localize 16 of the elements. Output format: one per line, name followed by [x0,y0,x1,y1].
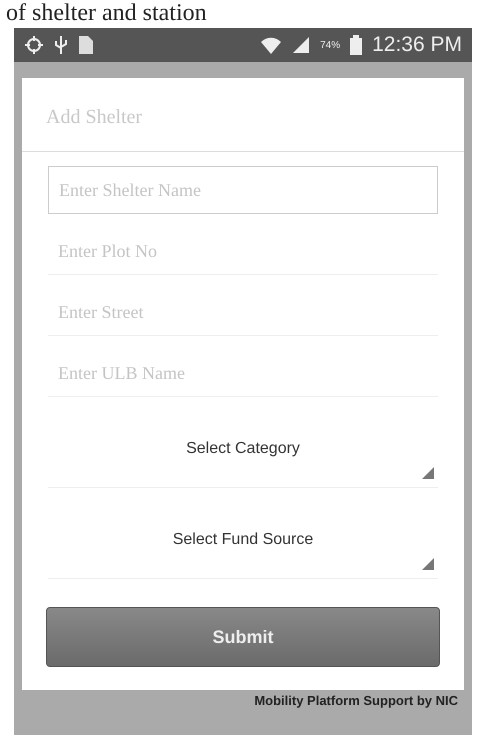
dropdown[interactable]: Select Fund Source [48,502,438,579]
wifi-icon [260,35,282,55]
usb-icon [54,35,68,55]
signal-icon [292,36,310,54]
text-field[interactable]: Enter Shelter Name [48,166,438,214]
dropdown-corner-icon [422,558,434,570]
caption-text: of shelter and station [5,0,208,26]
clock-time: 12:36 PM [372,33,462,57]
battery-percent: 74% [320,40,340,50]
submit-button[interactable]: Submit [46,607,440,667]
document-icon [78,35,94,55]
location-icon [24,35,44,55]
battery-icon [350,35,362,55]
dropdown-corner-icon [422,467,434,479]
dropdown[interactable]: Select Category [48,411,438,488]
footer-text: Mobility Platform Support by NIC [253,692,459,708]
